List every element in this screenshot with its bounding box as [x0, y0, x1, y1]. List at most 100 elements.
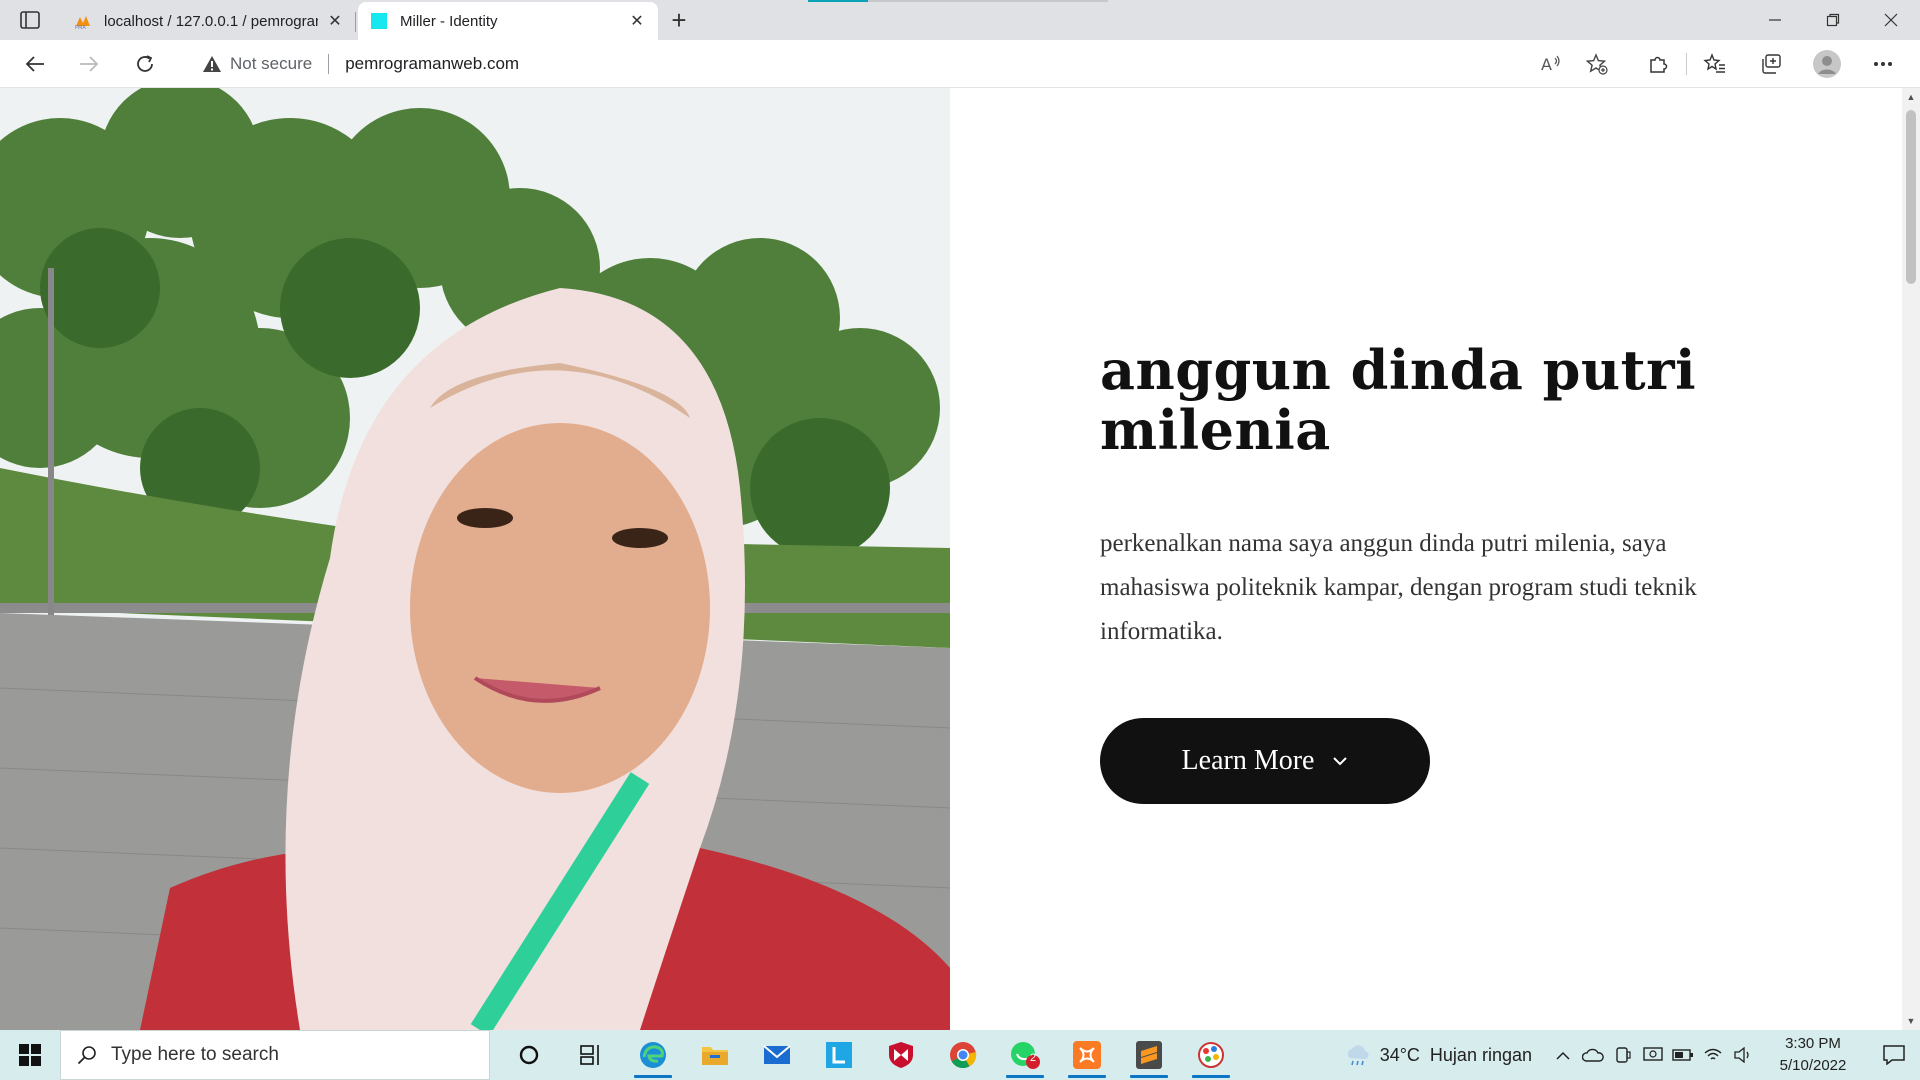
close-icon: [1884, 13, 1898, 27]
browser-toolbar: Not secure pemrogramanweb.com A: [0, 40, 1920, 88]
close-window-button[interactable]: [1862, 0, 1920, 40]
whatsapp-icon: [1011, 1042, 1040, 1069]
add-favorite-icon[interactable]: [1574, 53, 1620, 75]
svg-text:A: A: [1541, 55, 1552, 74]
sublime-text-app[interactable]: [1118, 1030, 1180, 1080]
svg-text:PMA: PMA: [75, 25, 86, 30]
forward-arrow-icon: [80, 56, 99, 72]
avatar-icon: [1813, 50, 1841, 78]
xampp-app[interactable]: [1056, 1030, 1118, 1080]
chrome-icon: [950, 1042, 977, 1069]
bio-text: perkenalkan nama saya anggun dinda putri…: [1100, 530, 1697, 645]
web-page: anggun dinda putri milenia perkenalkan n…: [0, 88, 1902, 1030]
page-scrollbar[interactable]: ▲ ▼: [1902, 88, 1920, 1030]
onedrive-icon[interactable]: [1578, 1048, 1608, 1062]
plus-icon: +: [671, 4, 687, 35]
back-button[interactable]: [18, 48, 52, 80]
weather-widget[interactable]: 34°C Hujan ringan: [1344, 1044, 1532, 1066]
close-tab-icon[interactable]: ✕: [326, 12, 344, 30]
wifi-icon[interactable]: [1698, 1047, 1728, 1063]
device-icon[interactable]: [1608, 1046, 1638, 1064]
notification-badge: 2: [1030, 1052, 1037, 1064]
window-controls: [1746, 0, 1920, 40]
scroll-up-icon[interactable]: ▲: [1902, 88, 1920, 106]
back-arrow-icon: [25, 56, 44, 72]
volume-icon[interactable]: [1728, 1047, 1758, 1063]
new-tab-button[interactable]: +: [664, 4, 694, 35]
tab-actions-button[interactable]: [10, 6, 50, 34]
cyan-square-icon: [371, 13, 387, 29]
scroll-thumb[interactable]: [1906, 110, 1916, 284]
warning-icon[interactable]: [202, 55, 222, 73]
browser-tools: [1630, 46, 1911, 82]
letter-l-icon: [826, 1042, 852, 1068]
l-app[interactable]: [808, 1030, 870, 1080]
tab-miller-identity[interactable]: Miller - Identity ✕: [358, 2, 658, 40]
learn-more-button[interactable]: Learn More: [1100, 718, 1430, 804]
forward-button[interactable]: [72, 48, 106, 80]
favorites-button[interactable]: [1687, 46, 1743, 82]
phpmyadmin-icon: PMA: [75, 16, 90, 30]
tab-drag-indicator: [808, 0, 1108, 2]
profile-button[interactable]: [1799, 46, 1855, 82]
extensions-button[interactable]: [1630, 46, 1686, 82]
mail-icon: [763, 1045, 791, 1064]
url-text[interactable]: pemrogramanweb.com: [345, 54, 519, 74]
minimize-icon: [1769, 19, 1781, 21]
windows-logo-icon: [19, 1044, 41, 1066]
weather-temp: 34°C: [1379, 1044, 1420, 1065]
windows-taskbar: Type here to search 2 34°C Hujan ringan …: [0, 1030, 1920, 1080]
show-hidden-icons-button[interactable]: [1548, 1051, 1578, 1060]
read-aloud-icon[interactable]: A: [1528, 54, 1574, 74]
rain-cloud-icon: [1347, 1045, 1369, 1066]
minimize-button[interactable]: [1746, 0, 1804, 40]
taskbar-search[interactable]: Type here to search: [60, 1030, 490, 1080]
xampp-icon: [1073, 1041, 1101, 1069]
close-tab-icon[interactable]: ✕: [628, 12, 646, 30]
refresh-button[interactable]: [128, 48, 162, 80]
task-view-icon: [580, 1045, 599, 1065]
tab-actions-icon: [20, 11, 40, 29]
paint-palette-icon: [1198, 1042, 1224, 1068]
learn-more-label: Learn More: [1181, 745, 1315, 776]
system-tray: 34°C Hujan ringan 3:30 PM 5/10/2022: [1344, 1030, 1920, 1080]
tab-strip: PMA localhost / 127.0.0.1 / pemrograman …: [0, 0, 1920, 40]
mail-app[interactable]: [746, 1030, 808, 1080]
chevron-down-icon: [1332, 756, 1348, 766]
action-center-button[interactable]: [1868, 1045, 1920, 1065]
profile-photo: [0, 88, 950, 1030]
chevron-up-icon: [1556, 1051, 1570, 1060]
display-settings-icon[interactable]: [1638, 1046, 1668, 1064]
notification-icon: [1883, 1045, 1905, 1065]
cortana-icon: [519, 1045, 539, 1065]
mcafee-shield-icon: [889, 1042, 913, 1068]
more-dots-icon: [1874, 62, 1892, 66]
security-label[interactable]: Not secure: [230, 54, 312, 74]
search-icon: [77, 1046, 96, 1065]
cortana-button[interactable]: [498, 1030, 560, 1080]
battery-icon[interactable]: [1668, 1049, 1698, 1061]
edge-app[interactable]: [622, 1030, 684, 1080]
address-bar-icons: A: [1528, 46, 1620, 82]
settings-more-button[interactable]: [1855, 46, 1911, 82]
folder-icon: [702, 1047, 728, 1065]
scroll-down-icon[interactable]: ▼: [1902, 1012, 1920, 1030]
restore-button[interactable]: [1804, 0, 1862, 40]
clock-time: 3:30 PM: [1785, 1035, 1841, 1052]
file-explorer-app[interactable]: [684, 1030, 746, 1080]
chrome-app[interactable]: [932, 1030, 994, 1080]
paint-app[interactable]: [1180, 1030, 1242, 1080]
address-bar[interactable]: Not secure pemrogramanweb.com A: [180, 46, 1620, 82]
tab-title: localhost / 127.0.0.1 / pemrograman: [104, 12, 318, 30]
weather-condition: Hujan ringan: [1429, 1044, 1532, 1065]
tab-title: Miller - Identity: [400, 12, 498, 30]
tab-phpmyadmin[interactable]: PMA localhost / 127.0.0.1 / pemrograman …: [62, 2, 356, 40]
pinned-apps: 2: [498, 1030, 1242, 1080]
search-placeholder: Type here to search: [111, 1044, 279, 1065]
mcafee-app[interactable]: [870, 1030, 932, 1080]
collections-button[interactable]: [1743, 46, 1799, 82]
whatsapp-app[interactable]: 2: [994, 1030, 1056, 1080]
taskbar-clock[interactable]: 3:30 PM 5/10/2022: [1758, 1033, 1868, 1077]
task-view-button[interactable]: [560, 1030, 622, 1080]
start-button[interactable]: [0, 1030, 60, 1080]
